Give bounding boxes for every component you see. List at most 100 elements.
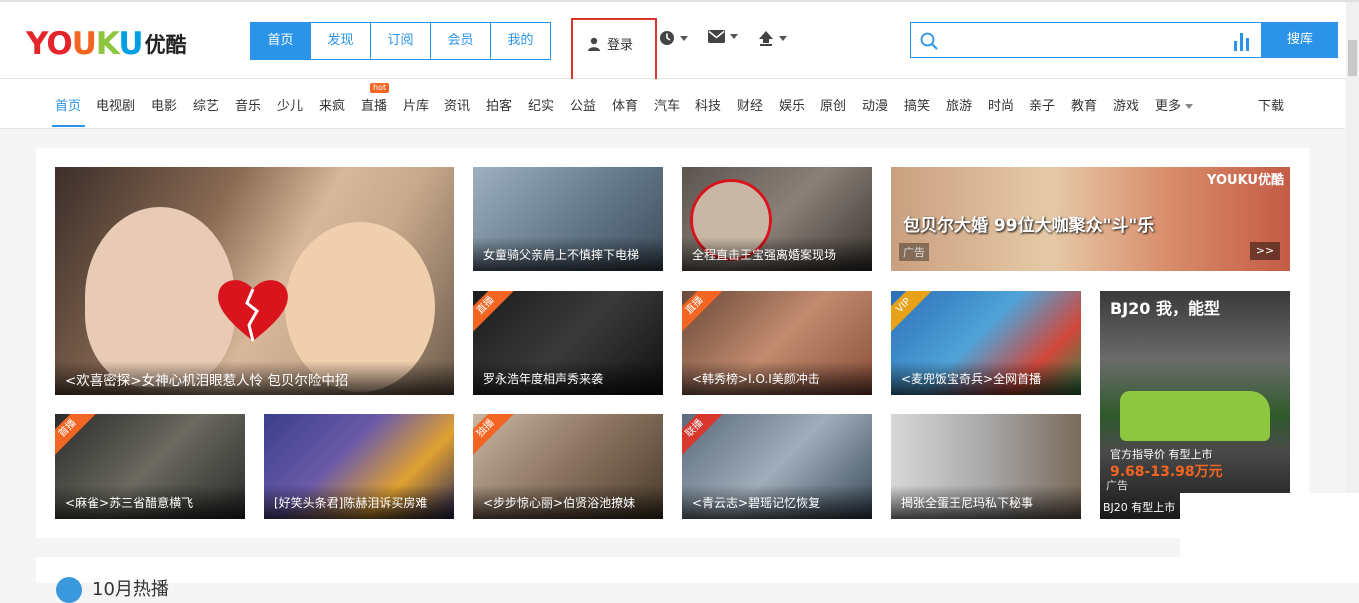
category-nav: 首页 电视剧 电影 综艺 音乐 少儿 来疯 直播 hot 片库 资讯 拍客 纪实… [0, 79, 1345, 129]
category-tech[interactable]: 科技 [695, 95, 721, 114]
category-music[interactable]: 音乐 [235, 95, 261, 114]
active-category-underline [52, 125, 85, 127]
category-fashion[interactable]: 时尚 [988, 95, 1014, 114]
tab-subscribe[interactable]: 订阅 [371, 23, 431, 59]
hero-title: <欢喜密探>女神心机泪眼惹人怜 包贝尔险中招 [65, 373, 349, 389]
car-illustration [1120, 391, 1270, 441]
category-games[interactable]: 游戏 [1113, 95, 1139, 114]
video-tile[interactable]: VIP <麦兜饭宝奇兵>全网首播 [891, 291, 1081, 395]
youku-logo[interactable]: YOUKU 优酷 [26, 26, 187, 60]
video-title: <韩秀榜>I.O.I美颜冲击 [692, 372, 820, 386]
chevron-down-icon [779, 35, 787, 41]
video-title: <麻雀>苏三省醋意横飞 [65, 496, 194, 510]
category-parenting[interactable]: 亲子 [1029, 95, 1055, 114]
video-tile[interactable]: 首播 <麻雀>苏三省醋意横飞 [55, 414, 245, 519]
tab-mine[interactable]: 我的 [491, 23, 550, 59]
hero-tile[interactable]: <欢喜密探>女神心机泪眼惹人怜 包贝尔险中招 [55, 167, 454, 395]
category-tv[interactable]: 电视剧 [96, 95, 135, 114]
car-ad-caption: BJ20 有型上市 [1103, 501, 1176, 514]
exclusive-badge: 独播 [473, 414, 518, 461]
logo-wordmark: YOUKU [26, 26, 144, 62]
category-laifeng[interactable]: 来疯 [319, 95, 345, 114]
car-ad-price-label: 官方指导价 有型上市 [1110, 448, 1213, 461]
video-tile[interactable]: 揭张全蛋王尼玛私下秘事 [891, 414, 1081, 519]
login-button[interactable]: 登录 [587, 34, 633, 53]
hot-section: 10月热播 [36, 557, 1309, 603]
logo-chinese: 优酷 [144, 33, 187, 57]
mail-icon [708, 30, 725, 43]
category-original[interactable]: 原创 [820, 95, 846, 114]
hero-thumbnail-face [85, 207, 235, 387]
site-header: YOUKU 优酷 首页 发现 订阅 会员 我的 登录 搜库 [0, 2, 1359, 86]
scrollbar-thumb[interactable] [1348, 40, 1357, 76]
category-education[interactable]: 教育 [1071, 95, 1097, 114]
category-entertainment[interactable]: 娱乐 [779, 95, 805, 114]
upload-menu[interactable] [758, 30, 787, 46]
video-tile[interactable]: 全程直击王宝强离婚案现场 [682, 167, 872, 271]
ad-brand: YOUKU优酷 [1207, 173, 1284, 188]
bar-chart-icon[interactable] [1233, 31, 1251, 51]
tab-discover[interactable]: 发现 [311, 23, 371, 59]
hot-badge: hot [370, 83, 390, 93]
video-title: 揭张全蛋王尼玛私下秘事 [901, 496, 1034, 510]
search-input[interactable] [943, 29, 1227, 53]
video-tile[interactable]: [好笑头条君]陈赫泪诉买房难 [264, 414, 454, 519]
next-arrow-button[interactable]: >> [1250, 242, 1280, 260]
ad-label: 广告 [1106, 479, 1128, 492]
category-home[interactable]: 首页 [55, 95, 81, 114]
video-tile[interactable]: 女童骑父亲肩上不慎摔下电梯 [473, 167, 663, 271]
video-title: <麦兜饭宝奇兵>全网首播 [901, 372, 1042, 386]
category-auto[interactable]: 汽车 [654, 95, 680, 114]
category-paike[interactable]: 拍客 [486, 95, 512, 114]
upload-icon [759, 31, 773, 46]
category-variety[interactable]: 综艺 [193, 95, 219, 114]
broken-heart-icon [218, 280, 288, 342]
car-ad-tile[interactable]: BJ20 我，能型 官方指导价 有型上市 9.68-13.98万元 广告 BJ2… [1100, 291, 1290, 519]
messages-menu[interactable] [708, 30, 738, 43]
video-title: [好笑头条君]陈赫泪诉买房难 [274, 496, 428, 510]
ad-overlay-text: 包贝尔大婚 99位大咖聚众"斗"乐 [903, 216, 1155, 236]
live-badge: 直播 [682, 291, 727, 338]
clock-icon [660, 31, 674, 45]
chevron-down-icon [680, 35, 688, 41]
category-anime[interactable]: 动漫 [862, 95, 888, 114]
category-kids[interactable]: 少儿 [277, 95, 303, 114]
tab-membership[interactable]: 会员 [431, 23, 491, 59]
video-title: 女童骑父亲肩上不慎摔下电梯 [483, 248, 640, 262]
category-movie[interactable]: 电影 [151, 95, 177, 114]
category-travel[interactable]: 旅游 [946, 95, 972, 114]
search-button[interactable]: 搜库 [1262, 22, 1338, 58]
tab-home[interactable]: 首页 [251, 23, 311, 59]
section-title: 10月热播 [92, 579, 169, 600]
history-menu[interactable] [659, 30, 688, 46]
section-globe-icon [56, 577, 82, 603]
category-finance[interactable]: 财经 [737, 95, 763, 114]
main-nav-tabs: 首页 发现 订阅 会员 我的 [250, 22, 551, 60]
video-title: 罗永浩年度相声秀来袭 [483, 372, 604, 386]
login-highlight-box: 登录 [571, 18, 657, 86]
category-library[interactable]: 片库 [403, 95, 429, 114]
category-funny[interactable]: 搞笑 [904, 95, 930, 114]
category-charity[interactable]: 公益 [570, 95, 596, 114]
video-tile[interactable]: 直播 罗永浩年度相声秀来袭 [473, 291, 663, 395]
simulcast-badge: 联播 [682, 414, 727, 461]
video-tile[interactable]: 独播 <步步惊心丽>伯贤浴池撩妹 [473, 414, 663, 519]
category-live[interactable]: 直播 [361, 95, 387, 114]
search-icon [920, 32, 938, 50]
category-more[interactable]: 更多 [1155, 95, 1194, 114]
video-tile[interactable]: 直播 <韩秀榜>I.O.I美颜冲击 [682, 291, 872, 395]
video-tile[interactable]: 联播 <青云志>碧瑶记忆恢复 [682, 414, 872, 519]
more-label: 更多 [1155, 99, 1182, 114]
chevron-down-icon [1185, 104, 1194, 109]
overlay-popup [1180, 493, 1359, 583]
category-sports[interactable]: 体育 [612, 95, 638, 114]
ad-banner-tile[interactable]: YOUKU优酷 包贝尔大婚 99位大咖聚众"斗"乐 广告 >> [891, 167, 1290, 271]
live-badge: 直播 [473, 291, 518, 338]
category-documentary[interactable]: 纪实 [528, 95, 554, 114]
user-icon [588, 37, 600, 51]
category-news[interactable]: 资讯 [444, 95, 470, 114]
login-label: 登录 [607, 38, 634, 53]
chevron-down-icon [730, 34, 738, 39]
car-ad-headline: BJ20 我，能型 [1110, 299, 1220, 318]
download-link[interactable]: 下载 [1258, 95, 1284, 114]
